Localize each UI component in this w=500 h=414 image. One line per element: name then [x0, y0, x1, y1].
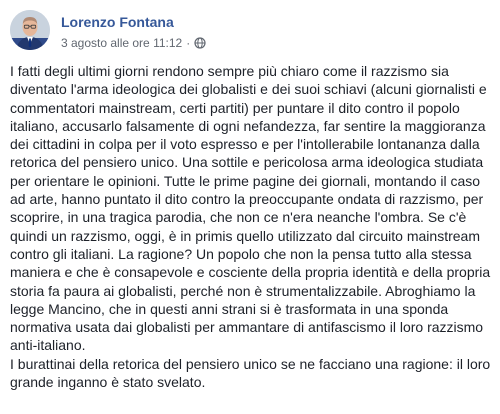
profile-photo — [10, 10, 50, 50]
globe-icon[interactable] — [194, 37, 206, 49]
avatar[interactable] — [10, 10, 50, 50]
meta-separator: · — [186, 36, 191, 50]
author-name[interactable]: Lorenzo Fontana — [61, 13, 174, 31]
facebook-post: Lorenzo Fontana 3 agosto alle ore 11:12 … — [0, 0, 500, 414]
post-paragraph: I burattinai della retorica del pensiero… — [10, 355, 491, 391]
post-timestamp[interactable]: 3 agosto alle ore 11:12 — [61, 35, 182, 51]
post-paragraph: I fatti degli ultimi giorni rendono semp… — [10, 63, 491, 354]
post-meta: 3 agosto alle ore 11:12 · — [61, 35, 206, 51]
post-body: I fatti degli ultimi giorni rendono semp… — [10, 62, 492, 391]
